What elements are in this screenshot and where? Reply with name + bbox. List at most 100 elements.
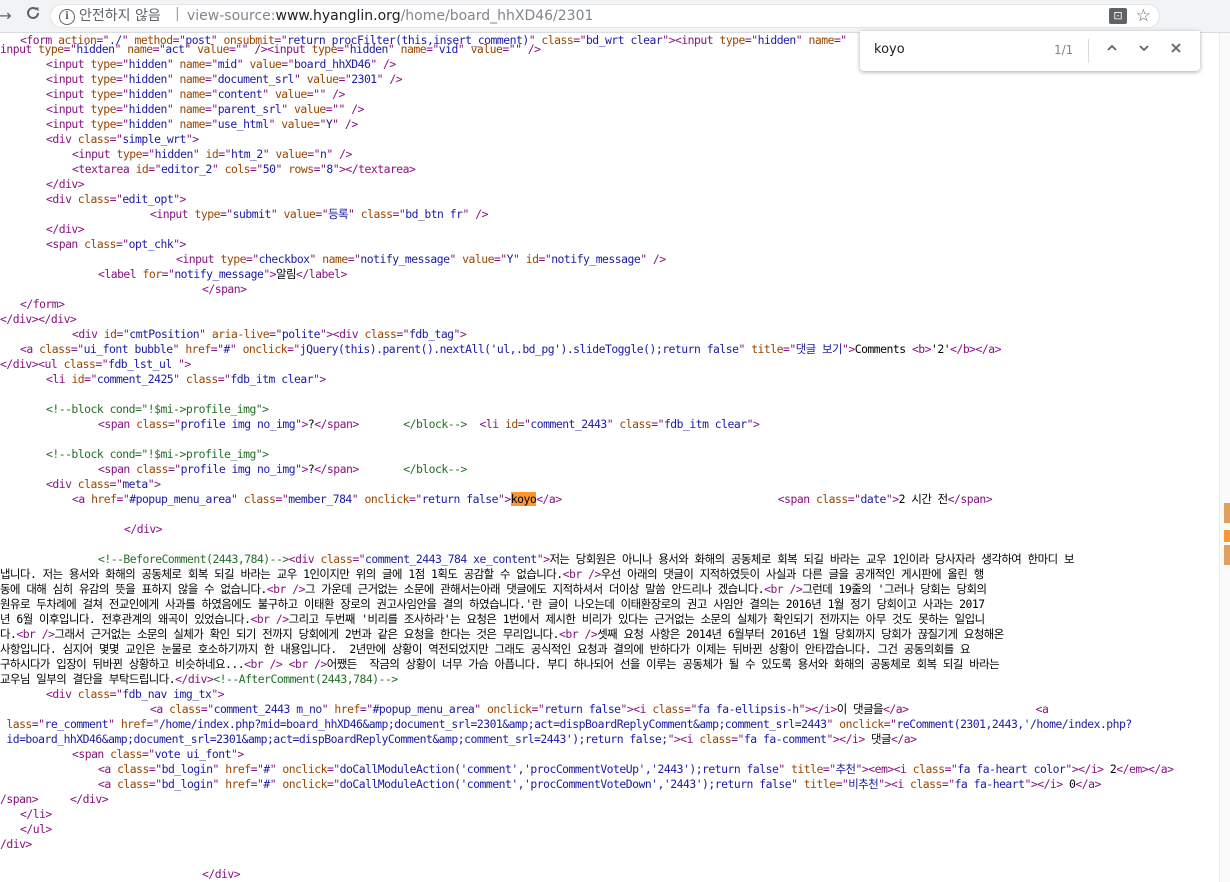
source-token: =" <box>70 342 84 356</box>
source-token: class <box>815 492 848 506</box>
find-previous-button[interactable] <box>1100 39 1124 63</box>
source-token: "> <box>185 132 199 146</box>
source-token <box>359 417 404 431</box>
source-token: 냅니다. 저는 용서와 화해의 공동체로 회복 되길 바라는 교우 1인이지만 … <box>0 567 563 581</box>
source-token: " <box>294 72 307 86</box>
source-token: <input <box>46 72 91 86</box>
source-line: </div></div> <box>0 312 77 327</box>
source-token: notify_message <box>551 252 641 266</box>
source-token: " <box>199 327 212 341</box>
source-line: <div class="fdb_nav img_tx"> <box>46 687 225 702</box>
source-token: value <box>249 57 282 71</box>
source-token: class <box>169 702 201 716</box>
source-token: =" <box>152 42 166 56</box>
url-text[interactable]: view-source:www.hyanglin.org/home/board_… <box>187 7 593 25</box>
find-input[interactable]: koyo <box>874 41 905 59</box>
source-token: =" <box>115 57 129 71</box>
source-token: class <box>110 747 142 761</box>
source-token: <br /> <box>16 627 55 641</box>
source-token: =" <box>275 492 289 506</box>
source-token: =" <box>517 417 531 431</box>
scrollbar[interactable] <box>1219 33 1230 882</box>
source-token: doCallModuleAction('comment','procCommen… <box>339 777 792 791</box>
source-token: 0 <box>1062 777 1076 791</box>
source-token: =" <box>250 162 263 176</box>
source-token: "> <box>230 747 244 761</box>
source-line: <input type="checkbox" name="notify_mess… <box>176 252 666 267</box>
source-token: value <box>470 42 503 56</box>
source-token: fa fa-heart <box>954 777 1025 791</box>
source-token: <a <box>72 492 92 506</box>
source-line: <textarea id="editor_2" cols="50" rows="… <box>72 162 416 177</box>
source-token: act <box>165 42 185 56</box>
source-token: =" <box>822 762 836 776</box>
source-token: class <box>243 492 276 506</box>
find-next-button[interactable] <box>1132 39 1156 63</box>
page-action-icon[interactable]: ⊡ <box>1109 8 1127 24</box>
bookmark-star-icon[interactable]: ☆ <box>1136 5 1151 27</box>
source-token: " <box>474 702 488 716</box>
source-token: " <box>236 57 250 71</box>
source-token: " <box>321 702 335 716</box>
source-token: <div <box>72 327 104 341</box>
source-token: 알림 <box>276 267 297 281</box>
source-token: href <box>91 492 117 506</box>
source-token: "></i> <box>826 732 866 746</box>
source-token: hidden <box>128 72 168 86</box>
source-token: =" <box>847 492 861 506</box>
source-token: =" <box>573 33 586 47</box>
reload-icon[interactable] <box>22 5 44 27</box>
back-icon[interactable]: → <box>0 5 16 27</box>
source-line: <span class="vote ui_font"> <box>72 747 244 762</box>
source-token: profile img no_img <box>180 417 296 431</box>
source-token: " /> <box>319 87 345 101</box>
source-token: value <box>197 42 229 56</box>
source-token: =" <box>95 357 109 371</box>
source-token: 그리고 두번째 '비리를 조사하라'는 요청은 1번에서 제시한 비리가 있다는… <box>288 612 985 626</box>
source-line: id=board_hhXD46&amp;document_srl=2301&am… <box>0 732 917 747</box>
source-token: =" <box>359 702 373 716</box>
source-line: </div> <box>124 522 163 537</box>
source-token: =" <box>210 342 224 356</box>
source-token: #popup_menu_area <box>129 492 231 506</box>
source-token: type <box>90 57 117 71</box>
source-token: hidden <box>757 33 797 47</box>
find-close-button[interactable] <box>1164 39 1188 63</box>
source-token: " <box>114 42 128 56</box>
source-token: " <box>192 147 206 161</box>
source-token: notify_message <box>174 267 264 281</box>
source-token: 추천 <box>835 762 856 776</box>
source-token: " /> <box>515 42 541 56</box>
source-token: =" <box>161 267 175 281</box>
source-token: <br /> <box>288 657 328 671</box>
info-icon[interactable]: i <box>59 9 75 25</box>
source-token: =" <box>115 102 129 116</box>
source-token: <div <box>46 132 78 146</box>
source-token: <a <box>1035 702 1049 716</box>
source-token: " <box>268 117 282 131</box>
source-token: href <box>185 342 211 356</box>
source-token: =" <box>148 777 162 791</box>
source-token: <li <box>479 417 505 431</box>
source-token: =" <box>835 777 849 791</box>
source-token: 어쨌든 작금의 상황이 너무 가슴 아픕니다. 부디 하나되어 선을 이루는 공… <box>326 657 1000 671</box>
source-line: <a class="ui_font bubble" href="#" oncli… <box>20 342 1001 357</box>
source-token: class <box>619 417 652 431</box>
source-token: doCallModuleAction('comment','procCommen… <box>339 762 779 776</box>
address-bar[interactable]: i 안전하지 않음 | view-source:www.hyanglin.org… <box>50 4 1160 28</box>
source-token: =" <box>944 762 958 776</box>
source-token: class <box>117 762 149 776</box>
source-line: <span class="opt_chk"> <box>46 237 186 252</box>
source-token: =" <box>219 207 233 221</box>
source-token: "></i> <box>798 702 838 716</box>
source-token: fdb_nav img_tx <box>122 687 212 701</box>
source-token: fdb_itm clear <box>663 417 747 431</box>
source-token: " <box>449 252 463 266</box>
source-token: class <box>541 33 574 47</box>
source-token: <!--block cond="!$mi->profile_img"> <box>46 447 269 461</box>
source-token: </block--> <box>403 417 467 431</box>
source-token: =" <box>833 33 847 47</box>
source-token: " <box>269 777 283 791</box>
source-token: =" <box>307 147 321 161</box>
source-token: =" <box>493 252 507 266</box>
